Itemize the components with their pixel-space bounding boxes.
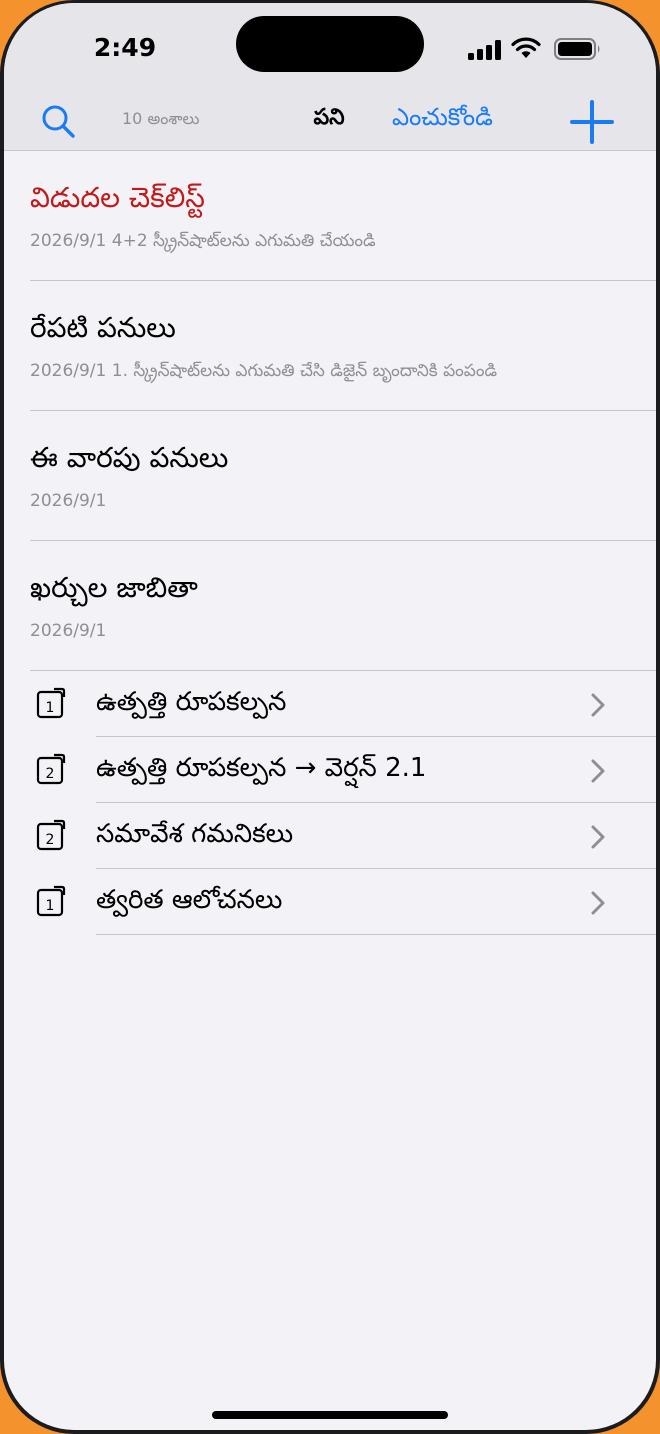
battery-icon	[554, 38, 600, 60]
add-icon[interactable]	[568, 98, 616, 146]
notes-list: విడుదల చెక్‌లిస్ట్ 2026/9/1 4+2 స్క్రీన్…	[4, 151, 656, 671]
note-title: విడుదల చెక్‌లిస్ట్	[30, 181, 205, 214]
status-bar: 2:49	[4, 3, 656, 93]
note-title: ఖర్చుల జాబితా	[30, 571, 198, 604]
note-stack-icon: 1	[36, 687, 66, 719]
note-stack-icon: 1	[36, 885, 66, 917]
search-icon[interactable]	[40, 103, 76, 139]
note-preview: 2026/9/1 4+2 స్క్రీన్‌షాట్‌లను ఎగుమతి చే…	[30, 231, 376, 251]
folder-badge: 1	[46, 700, 55, 716]
folder-label: సమావేశ గమనికలు	[96, 819, 294, 849]
dynamic-island	[236, 16, 424, 72]
page-title: పని	[313, 105, 345, 130]
folder-list: 1 ఉత్పత్తి రూపకల్పన 2 ఉత్పత్తి రూపకల్పన …	[4, 671, 656, 935]
note-item[interactable]: ఖర్చుల జాబితా 2026/9/1	[4, 541, 656, 671]
wifi-icon	[511, 37, 541, 58]
select-button[interactable]: ఎంచుకోండి	[392, 103, 493, 137]
home-indicator[interactable]	[212, 1411, 448, 1419]
note-preview: 2026/9/1 1. స్క్రీన్‌షాట్‌లను ఎగుమతి చేస…	[30, 361, 498, 381]
chevron-right-icon	[591, 891, 605, 915]
folder-badge: 1	[46, 898, 55, 914]
navigation-bar: 10 అంశాలు పని ఎంచుకోండి	[4, 93, 656, 151]
chevron-right-icon	[591, 759, 605, 783]
screen: 2:49 10 అంశాలు పని ఎంచుకోండి విడుదల చెక్…	[4, 3, 656, 1430]
folder-item[interactable]: 2 ఉత్పత్తి రూపకల్పన → వెర్షన్ 2.1	[4, 737, 656, 803]
folder-item[interactable]: 1 త్వరిత ఆలోచనలు	[4, 869, 656, 935]
status-time: 2:49	[93, 33, 157, 62]
chevron-right-icon	[591, 693, 605, 717]
note-item[interactable]: ఈ వారపు పనులు 2026/9/1	[4, 411, 656, 541]
note-stack-icon: 2	[36, 753, 66, 785]
folder-label: త్వరిత ఆలోచనలు	[96, 885, 283, 915]
folder-label: ఉత్పత్తి రూపకల్పన → వెర్షన్ 2.1	[96, 753, 427, 783]
note-item[interactable]: రేపటి పనులు 2026/9/1 1. స్క్రీన్‌షాట్‌లన…	[4, 281, 656, 411]
note-title: రేపటి పనులు	[30, 311, 176, 344]
note-title: ఈ వారపు పనులు	[30, 441, 229, 474]
folder-badge: 2	[46, 832, 55, 848]
phone-frame: 2:49 10 అంశాలు పని ఎంచుకోండి విడుదల చెక్…	[0, 0, 660, 1434]
folder-badge: 2	[46, 766, 55, 782]
folder-label: ఉత్పత్తి రూపకల్పన	[96, 687, 287, 717]
divider	[96, 934, 656, 935]
cellular-signal-icon	[468, 40, 501, 60]
note-date: 2026/9/1	[30, 491, 107, 511]
note-item[interactable]: విడుదల చెక్‌లిస్ట్ 2026/9/1 4+2 స్క్రీన్…	[4, 151, 656, 281]
folder-item[interactable]: 1 ఉత్పత్తి రూపకల్పన	[4, 671, 656, 737]
chevron-right-icon	[591, 825, 605, 849]
item-count: 10 అంశాలు	[122, 109, 200, 128]
note-stack-icon: 2	[36, 819, 66, 851]
note-date: 2026/9/1	[30, 621, 107, 641]
folder-item[interactable]: 2 సమావేశ గమనికలు	[4, 803, 656, 869]
